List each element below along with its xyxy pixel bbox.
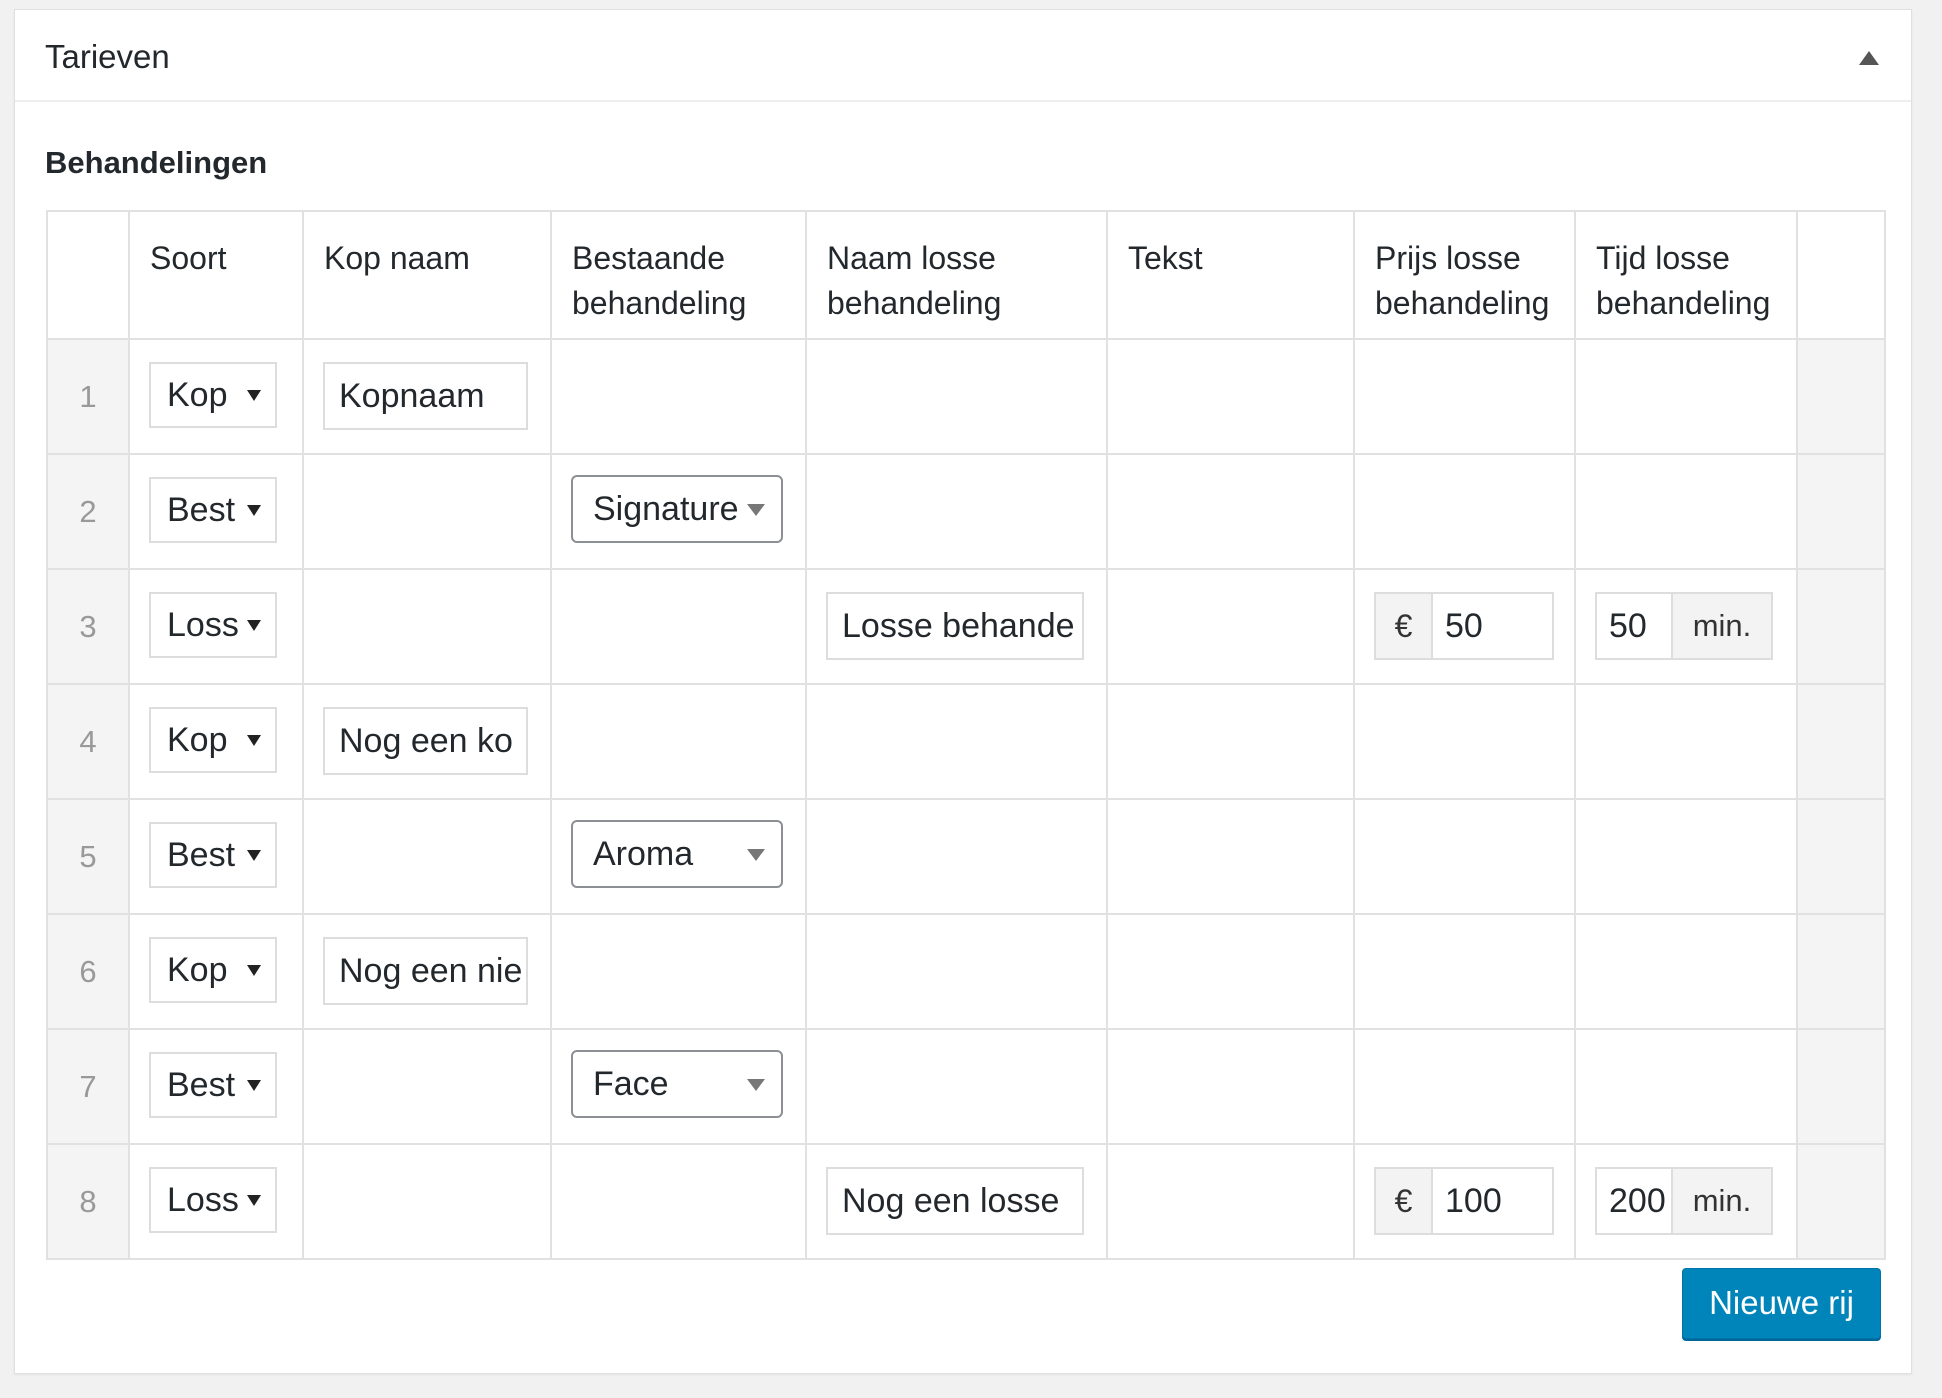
header-naam-losse: Naam losse behandeling	[805, 210, 1108, 340]
header-tekst: Tekst	[1106, 210, 1355, 340]
row-number[interactable]: 6	[46, 913, 130, 1030]
table-row: 2 Best Signature	[46, 453, 1886, 570]
header-soort: Soort	[128, 210, 304, 340]
prijs-input[interactable]: 50	[1433, 594, 1552, 658]
tijd-field: 50 min.	[1595, 592, 1773, 660]
row-handle[interactable]	[1796, 1143, 1886, 1260]
naam-losse-input[interactable]: Losse behande	[826, 592, 1084, 660]
table-row: 5 Best Aroma	[46, 798, 1886, 915]
row-handle[interactable]	[1796, 453, 1886, 570]
soort-value: Kop	[167, 721, 228, 759]
soort-select[interactable]: Kop	[149, 707, 277, 773]
row-number[interactable]: 3	[46, 568, 130, 685]
row-number[interactable]: 8	[46, 1143, 130, 1260]
row-number[interactable]: 5	[46, 798, 130, 915]
header-kop-naam: Kop naam	[302, 210, 552, 340]
tijd-input[interactable]: 200	[1597, 1169, 1671, 1233]
dropdown-arrow-icon	[747, 849, 765, 861]
dropdown-arrow-icon	[747, 1079, 765, 1091]
row-handle[interactable]	[1796, 338, 1886, 455]
table-row: 7 Best Face	[46, 1028, 1886, 1145]
soort-select[interactable]: Best	[149, 477, 277, 543]
dropdown-arrow-icon	[247, 965, 261, 976]
row-number[interactable]: 4	[46, 683, 130, 800]
soort-select[interactable]: Kop	[149, 937, 277, 1003]
row-handle[interactable]	[1796, 683, 1886, 800]
soort-select[interactable]: Best	[149, 822, 277, 888]
collapse-toggle-icon[interactable]	[1857, 46, 1881, 70]
dropdown-arrow-icon	[747, 504, 765, 516]
bestaande-value: Face	[593, 1065, 669, 1103]
table-row: 6 Kop Nog een nie	[46, 913, 1886, 1030]
kop-naam-input[interactable]: Nog een ko	[323, 707, 528, 775]
dropdown-arrow-icon	[247, 1080, 261, 1091]
dropdown-arrow-icon	[247, 505, 261, 516]
table-row: 4 Kop Nog een ko	[46, 683, 1886, 800]
soort-value: Kop	[167, 376, 228, 414]
bestaande-value: Signature	[593, 490, 739, 528]
new-row-button[interactable]: Nieuwe rij	[1682, 1268, 1881, 1339]
header-prijs: Prijs losse behandeling	[1353, 210, 1576, 340]
table-row: 3 Loss Losse behande €50 50 min.	[46, 568, 1886, 685]
time-unit-append: min.	[1671, 594, 1771, 658]
panel-header: Tarieven	[15, 10, 1911, 102]
bestaande-behandeling-select[interactable]: Face	[571, 1050, 783, 1118]
soort-value: Loss	[167, 1181, 239, 1219]
soort-value: Kop	[167, 951, 228, 989]
dropdown-arrow-icon	[247, 1195, 261, 1206]
bestaande-behandeling-select[interactable]: Aroma	[571, 820, 783, 888]
kop-naam-input[interactable]: Nog een nie	[323, 937, 528, 1005]
header-tijd: Tijd losse behandeling	[1574, 210, 1798, 340]
row-number[interactable]: 1	[46, 338, 130, 455]
header-remove	[1796, 210, 1886, 340]
soort-value: Loss	[167, 606, 239, 644]
soort-value: Best	[167, 1066, 236, 1104]
dropdown-arrow-icon	[247, 735, 261, 746]
behandelingen-table: Soort Kop naam Bestaande behandeling Naa…	[46, 210, 1886, 1260]
time-unit-append: min.	[1671, 1169, 1771, 1233]
table-row: 8 Loss Nog een losse €100 200 min.	[46, 1143, 1886, 1260]
bestaande-behandeling-select[interactable]: Signature	[571, 475, 783, 543]
tijd-field: 200 min.	[1595, 1167, 1773, 1235]
currency-prepend: €	[1376, 594, 1433, 658]
row-handle[interactable]	[1796, 1028, 1886, 1145]
table-header-row: Soort Kop naam Bestaande behandeling Naa…	[46, 210, 1886, 340]
soort-select[interactable]: Kop	[149, 362, 277, 428]
soort-value: Best	[167, 491, 236, 529]
prijs-field: €100	[1374, 1167, 1554, 1235]
soort-select[interactable]: Loss	[149, 592, 277, 658]
dropdown-arrow-icon	[247, 620, 261, 631]
row-number[interactable]: 2	[46, 453, 130, 570]
kop-naam-input[interactable]: Kopnaam	[323, 362, 528, 430]
currency-prepend: €	[1376, 1169, 1433, 1233]
row-handle[interactable]	[1796, 798, 1886, 915]
tarieven-panel: Tarieven Behandelingen Soort Kop naam Be…	[14, 9, 1912, 1374]
panel-title: Tarieven	[45, 38, 170, 75]
section-title: Behandelingen	[45, 145, 268, 180]
prijs-field: €50	[1374, 592, 1554, 660]
dropdown-arrow-icon	[247, 850, 261, 861]
soort-select[interactable]: Best	[149, 1052, 277, 1118]
row-number[interactable]: 7	[46, 1028, 130, 1145]
header-bestaande: Bestaande behandeling	[550, 210, 807, 340]
soort-select[interactable]: Loss	[149, 1167, 277, 1233]
row-handle[interactable]	[1796, 568, 1886, 685]
prijs-input[interactable]: 100	[1433, 1169, 1552, 1233]
tijd-input[interactable]: 50	[1597, 594, 1671, 658]
dropdown-arrow-icon	[247, 390, 261, 401]
soort-value: Best	[167, 836, 236, 874]
header-order	[46, 210, 130, 340]
table-row: 1 Kop Kopnaam	[46, 338, 1886, 455]
row-handle[interactable]	[1796, 913, 1886, 1030]
naam-losse-input[interactable]: Nog een losse	[826, 1167, 1084, 1235]
bestaande-value: Aroma	[593, 835, 694, 873]
